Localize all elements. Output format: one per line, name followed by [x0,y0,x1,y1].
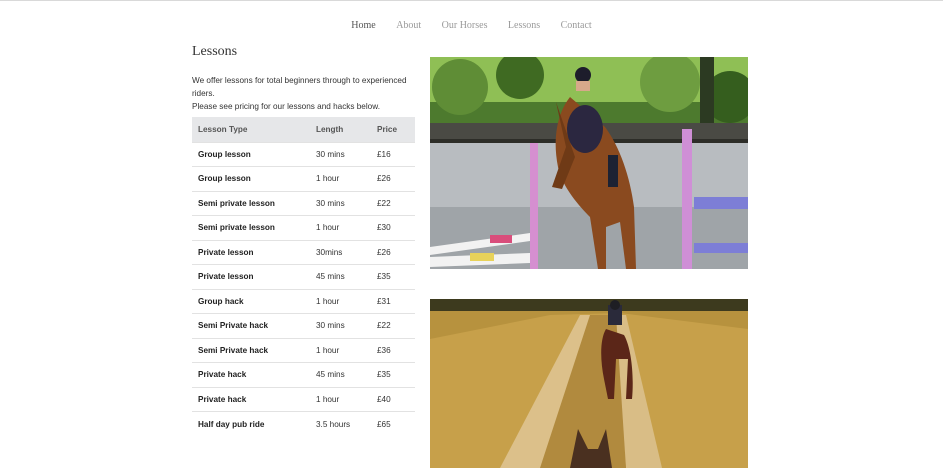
photo-rider-arena [430,57,748,269]
price-cell: £35 [377,272,391,282]
length-cell: 1 hour [316,345,340,355]
lesson-type-cell: Private lesson [198,247,254,257]
nav-home[interactable]: Home [351,20,375,31]
table-row: Semi private lesson 1 hour £30 [192,215,415,241]
lesson-type-cell: Private lesson [198,272,254,282]
lesson-type-cell: Semi Private hack [198,321,269,331]
price-cell: £26 [377,247,391,257]
header-price: Price [377,124,398,134]
table-row: Semi Private hack 1 hour £36 [192,338,415,363]
lesson-type-cell: Semi Private hack [198,345,269,355]
intro-line-2: Please see pricing for our lessons and h… [192,102,380,111]
lesson-type-cell: Half day pub ride [198,419,265,429]
length-cell: 30 mins [316,198,345,208]
table-row: Private lesson 30mins £26 [192,240,415,265]
table-row: Private lesson 45 mins £35 [192,264,415,290]
lesson-type-cell: Private hack [198,370,247,380]
page-title: Lessons [192,44,238,59]
table-row: Group hack 1 hour £31 [192,289,415,314]
table-row: Group lesson 1 hour £26 [192,166,415,192]
price-cell: £22 [377,198,391,208]
length-cell: 1 hour [316,223,340,233]
field-hack-image [430,299,748,468]
intro-text: We offer lessons for total beginners thr… [192,74,422,113]
price-cell: £31 [377,296,391,306]
price-cell: £30 [377,223,391,233]
pricing-table: Lesson Type Length Price Group lesson 30… [192,117,415,436]
photo-field-hack [430,299,748,468]
price-cell: £16 [377,149,391,159]
table-header-row: Lesson Type Length Price [192,117,415,142]
length-cell: 30 mins [316,149,345,159]
length-cell: 1 hour [316,394,340,404]
table-row: Private hack 1 hour £40 [192,387,415,412]
rider-arena-image [430,57,748,269]
intro-line-1: We offer lessons for total beginners thr… [192,76,407,98]
price-cell: £22 [377,321,391,331]
header-divider [0,0,943,1]
length-cell: 30 mins [316,321,345,331]
lesson-type-cell: Semi private lesson [198,223,275,233]
header-length: Length [316,124,344,134]
table-row: Private hack 45 mins £35 [192,362,415,388]
table-row: Semi Private hack 30 mins £22 [192,313,415,339]
nav-lessons[interactable]: Lessons [508,20,540,31]
length-cell: 1 hour [316,296,340,306]
length-cell: 45 mins [316,272,345,282]
table-row: Half day pub ride 3.5 hours £65 [192,411,415,437]
length-cell: 1 hour [316,174,340,184]
length-cell: 3.5 hours [316,419,351,429]
lesson-type-cell: Group hack [198,296,244,306]
lesson-type-cell: Private hack [198,394,247,404]
lesson-type-cell: Group lesson [198,174,251,184]
table-row: Semi private lesson 30 mins £22 [192,191,415,216]
nav-contact[interactable]: Contact [561,20,592,31]
lesson-type-cell: Semi private lesson [198,198,275,208]
price-cell: £35 [377,370,391,380]
table-row: Group lesson 30 mins £16 [192,142,415,167]
main-nav: Home About Our Horses Lessons Contact [0,15,943,33]
length-cell: 45 mins [316,370,345,380]
header-lesson-type: Lesson Type [198,124,248,134]
price-cell: £40 [377,394,391,404]
nav-our-horses[interactable]: Our Horses [442,20,488,31]
length-cell: 30mins [316,247,343,257]
price-cell: £36 [377,345,391,355]
nav-about[interactable]: About [396,20,421,31]
price-cell: £26 [377,174,391,184]
lesson-type-cell: Group lesson [198,149,251,159]
price-cell: £65 [377,419,391,429]
